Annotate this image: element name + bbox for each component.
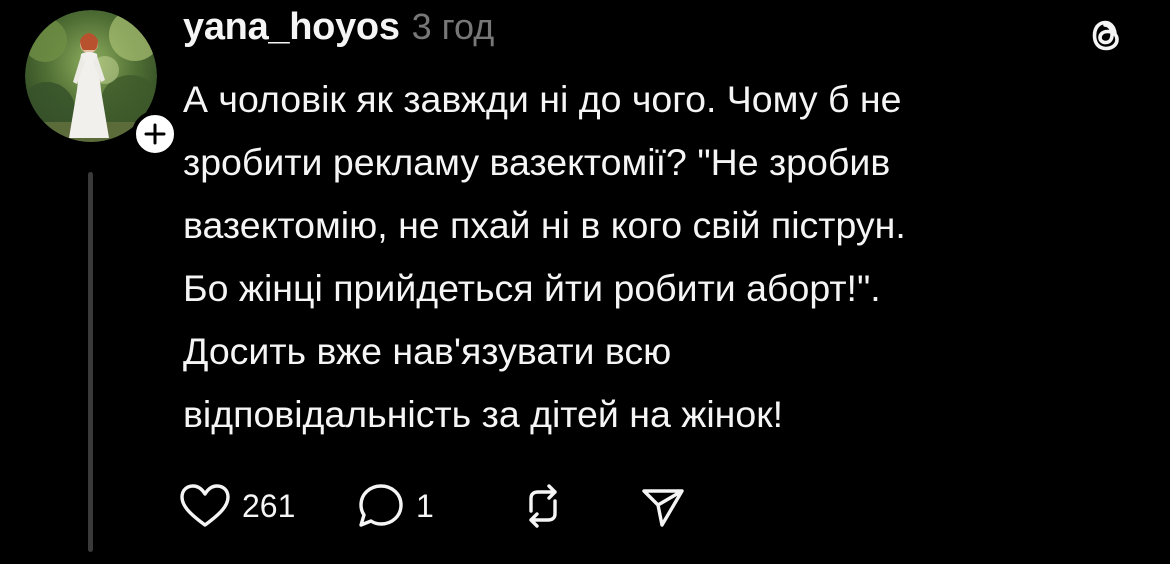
post-header: yana_hoyos 3 год — [183, 6, 494, 56]
avatar-container[interactable] — [25, 10, 178, 157]
like-button[interactable]: 261 — [178, 480, 356, 532]
like-count: 261 — [242, 487, 296, 524]
reply-button[interactable]: 1 — [356, 480, 518, 532]
send-icon — [642, 489, 684, 527]
repost-button[interactable] — [518, 480, 638, 532]
follow-button[interactable] — [132, 111, 178, 157]
username[interactable]: yana_hoyos — [183, 6, 400, 49]
repost-icon — [529, 484, 557, 528]
threads-logo-icon[interactable] — [1084, 12, 1130, 58]
post-text: А чоловік як завжди ні до чого. Чому б н… — [183, 78, 906, 435]
action-bar: 261 1 — [178, 480, 688, 532]
thread-connector-line — [88, 172, 93, 552]
plus-icon — [144, 123, 166, 145]
reply-count: 1 — [416, 487, 434, 524]
timestamp: 3 год — [411, 6, 495, 47]
comment-icon — [359, 484, 403, 527]
share-button[interactable] — [638, 480, 688, 532]
heart-icon — [180, 484, 230, 527]
thread-post: yana_hoyos 3 год А чоловік як завжди ні … — [0, 0, 1170, 564]
